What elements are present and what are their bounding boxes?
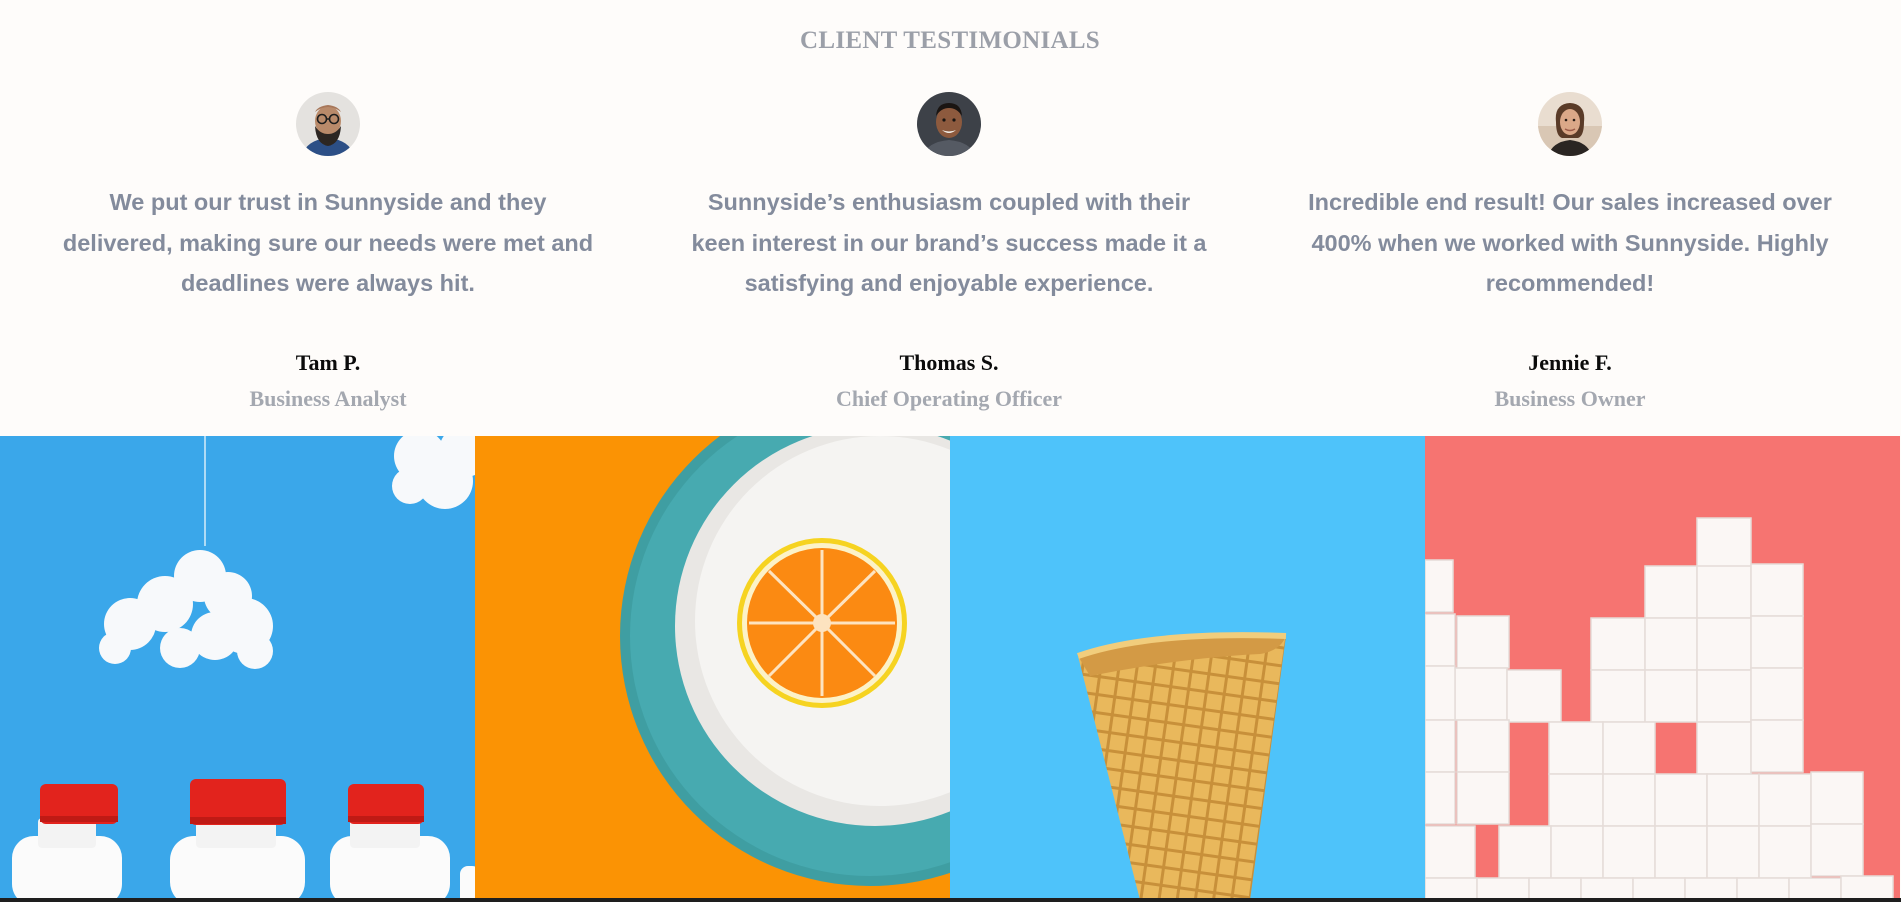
bottom-edge xyxy=(0,898,1901,902)
testimonial-name: Tam P. xyxy=(295,349,361,375)
avatar xyxy=(917,92,981,156)
image-gallery xyxy=(0,436,1900,900)
testimonial-quote: Sunnyside’s enthusiasm coupled with thei… xyxy=(691,189,1207,296)
avatar xyxy=(1538,92,1602,156)
man-with-beard-glasses-avatar xyxy=(296,92,360,156)
smiling-man-avatar xyxy=(917,92,981,156)
sugar-cubes-image xyxy=(1425,436,1900,900)
woman-avatar xyxy=(1538,92,1602,156)
testimonial-card: We put our trust in Sunnyside and they d… xyxy=(48,92,608,412)
testimonial-role: Business Analyst xyxy=(249,385,407,411)
testimonial-quote: We put our trust in Sunnyside and they d… xyxy=(62,189,594,296)
testimonial-card: Sunnyside’s enthusiasm coupled with thei… xyxy=(669,92,1229,412)
testimonial-card: Incredible end result! Our sales increas… xyxy=(1290,92,1850,412)
avatar xyxy=(296,92,360,156)
gallery-image-cone xyxy=(950,436,1425,900)
testimonial-name: Jennie F. xyxy=(1528,349,1612,375)
waffle-cone-image xyxy=(950,436,1425,900)
gallery-image-orange xyxy=(475,436,950,900)
orange-plate-image xyxy=(475,436,950,900)
milk-bottles-image xyxy=(0,436,475,900)
section-title: CLIENT TESTIMONIALS xyxy=(799,26,1101,54)
testimonial-role: Chief Operating Officer xyxy=(835,385,1063,411)
testimonial-quote: Incredible end result! Our sales increas… xyxy=(1308,189,1832,296)
gallery-image-sugar-cubes xyxy=(1425,436,1900,900)
gallery-image-milk-bottles xyxy=(0,436,475,900)
testimonial-role: Business Owner xyxy=(1494,385,1646,411)
testimonial-name: Thomas S. xyxy=(899,349,999,375)
